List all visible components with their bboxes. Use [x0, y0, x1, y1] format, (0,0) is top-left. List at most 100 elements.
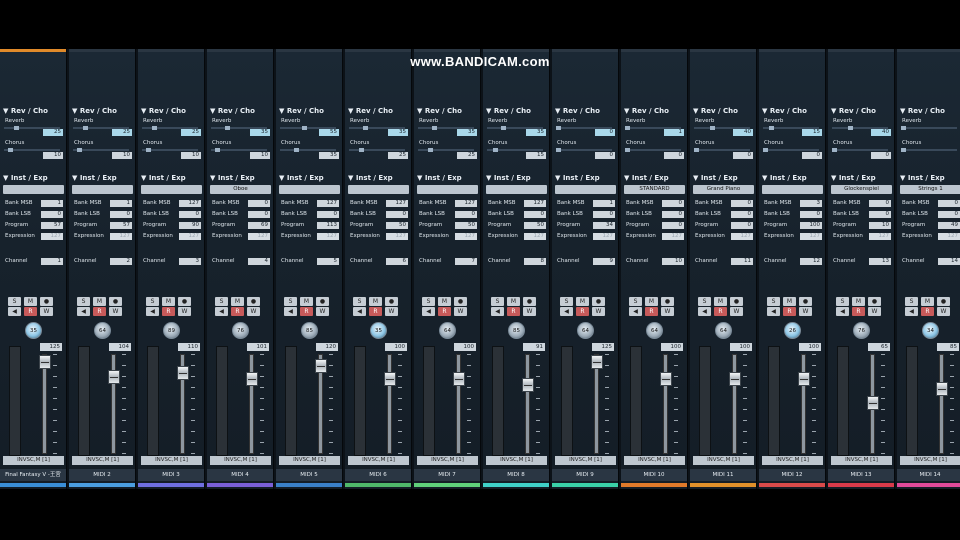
chorus-slider[interactable] [142, 148, 198, 152]
read-automation-button[interactable]: R [507, 307, 520, 316]
channel-value[interactable]: 9 [593, 258, 615, 265]
read-automation-button[interactable]: R [576, 307, 589, 316]
bank-lsb-value[interactable]: 0 [524, 211, 546, 218]
program-value[interactable]: 69 [248, 222, 270, 229]
output-port-selector[interactable]: INVSC,M [1] [210, 456, 271, 465]
program-value[interactable]: 0 [662, 222, 684, 229]
track-name[interactable]: MIDI 7 [414, 469, 480, 481]
mute-button[interactable]: M [93, 297, 106, 306]
read-automation-button[interactable]: R [921, 307, 934, 316]
reverb-slider-thumb[interactable] [362, 126, 368, 130]
solo-button[interactable]: S [8, 297, 21, 306]
monitor-button[interactable]: ◀ [491, 307, 504, 316]
track-name[interactable]: MIDI 10 [621, 469, 687, 481]
volume-value[interactable]: 104 [109, 343, 131, 351]
monitor-button[interactable]: ◀ [905, 307, 918, 316]
channel-value[interactable]: 10 [662, 258, 684, 265]
solo-button[interactable]: S [215, 297, 228, 306]
bank-lsb-value[interactable]: 0 [248, 211, 270, 218]
rev-cho-section-header[interactable]: ▼ Rev / Cho [210, 107, 255, 115]
output-port-selector[interactable]: INVSC,M [1] [693, 456, 754, 465]
channel-value[interactable]: 7 [455, 258, 477, 265]
volume-fader-handle[interactable] [39, 355, 51, 370]
write-automation-button[interactable]: W [385, 307, 398, 316]
inst-exp-section-header[interactable]: ▼ Inst / Exp [693, 174, 738, 182]
read-automation-button[interactable]: R [369, 307, 382, 316]
instrument-selector[interactable]: Glockenspiel [831, 185, 892, 194]
chorus-slider[interactable] [625, 148, 681, 152]
program-value[interactable]: 100 [800, 222, 822, 229]
reverb-value[interactable]: 35 [388, 129, 408, 136]
solo-button[interactable]: S [284, 297, 297, 306]
output-port-selector[interactable]: INVSC,M [1] [417, 456, 478, 465]
chorus-slider-thumb[interactable] [76, 148, 82, 152]
write-automation-button[interactable]: W [868, 307, 881, 316]
instrument-selector[interactable] [348, 185, 409, 194]
program-value[interactable]: 113 [317, 222, 339, 229]
reverb-slider-thumb[interactable] [431, 126, 437, 130]
volume-value[interactable]: 100 [799, 343, 821, 351]
volume-fader-track[interactable] [387, 354, 392, 454]
record-button[interactable]: ● [247, 297, 260, 306]
rev-cho-section-header[interactable]: ▼ Rev / Cho [900, 107, 945, 115]
inst-exp-section-header[interactable]: ▼ Inst / Exp [3, 174, 48, 182]
monitor-button[interactable]: ◀ [698, 307, 711, 316]
inst-exp-section-header[interactable]: ▼ Inst / Exp [141, 174, 186, 182]
monitor-button[interactable]: ◀ [560, 307, 573, 316]
mute-button[interactable]: M [576, 297, 589, 306]
volume-fader-handle[interactable] [108, 369, 120, 384]
chorus-slider-thumb[interactable] [7, 148, 13, 152]
channel-value[interactable]: 5 [317, 258, 339, 265]
monitor-button[interactable]: ◀ [836, 307, 849, 316]
bank-lsb-value[interactable]: 0 [110, 211, 132, 218]
write-automation-button[interactable]: W [109, 307, 122, 316]
expression-value[interactable]: 127 [386, 233, 408, 240]
bank-lsb-value[interactable]: 0 [317, 211, 339, 218]
track-name[interactable]: MIDI 2 [69, 469, 135, 481]
reverb-slider-thumb[interactable] [556, 126, 561, 130]
reverb-slider-thumb[interactable] [768, 126, 774, 130]
reverb-value[interactable]: 35 [457, 129, 477, 136]
mute-button[interactable]: M [300, 297, 313, 306]
expression-value[interactable]: 127 [110, 233, 132, 240]
chorus-value[interactable]: 0 [595, 152, 615, 159]
channel-value[interactable]: 13 [869, 258, 891, 265]
monitor-button[interactable]: ◀ [767, 307, 780, 316]
instrument-selector[interactable] [141, 185, 202, 194]
solo-button[interactable]: S [353, 297, 366, 306]
volume-value[interactable]: 120 [316, 343, 338, 351]
pan-knob[interactable]: 35 [25, 322, 42, 339]
volume-fader-track[interactable] [663, 354, 668, 454]
reverb-value[interactable]: 35 [250, 129, 270, 136]
write-automation-button[interactable]: W [523, 307, 536, 316]
output-port-selector[interactable]: INVSC,M [1] [486, 456, 547, 465]
chorus-value[interactable]: 15 [526, 152, 546, 159]
instrument-selector[interactable]: Oboe [210, 185, 271, 194]
chorus-value[interactable]: 25 [388, 152, 408, 159]
reverb-slider-thumb[interactable] [625, 126, 631, 130]
record-button[interactable]: ● [730, 297, 743, 306]
channel-value[interactable]: 8 [524, 258, 546, 265]
solo-button[interactable]: S [146, 297, 159, 306]
reverb-slider-thumb[interactable] [847, 126, 853, 130]
track-name[interactable]: Final Fantasy V -王宮 [0, 469, 66, 481]
write-automation-button[interactable]: W [592, 307, 605, 316]
chorus-slider-thumb[interactable] [763, 148, 768, 152]
chorus-slider-thumb[interactable] [358, 148, 364, 152]
chorus-slider-thumb[interactable] [293, 148, 299, 152]
instrument-selector[interactable] [762, 185, 823, 194]
solo-button[interactable]: S [77, 297, 90, 306]
volume-value[interactable]: 100 [385, 343, 407, 351]
read-automation-button[interactable]: R [438, 307, 451, 316]
chorus-slider-thumb[interactable] [625, 148, 630, 152]
pan-knob[interactable]: 85 [508, 322, 525, 339]
read-automation-button[interactable]: R [300, 307, 313, 316]
channel-value[interactable]: 11 [731, 258, 753, 265]
record-button[interactable]: ● [454, 297, 467, 306]
record-button[interactable]: ● [109, 297, 122, 306]
expression-value[interactable]: 127 [800, 233, 822, 240]
write-automation-button[interactable]: W [454, 307, 467, 316]
output-port-selector[interactable]: INVSC,M [1] [555, 456, 616, 465]
chorus-slider[interactable] [418, 148, 474, 152]
inst-exp-section-header[interactable]: ▼ Inst / Exp [348, 174, 393, 182]
